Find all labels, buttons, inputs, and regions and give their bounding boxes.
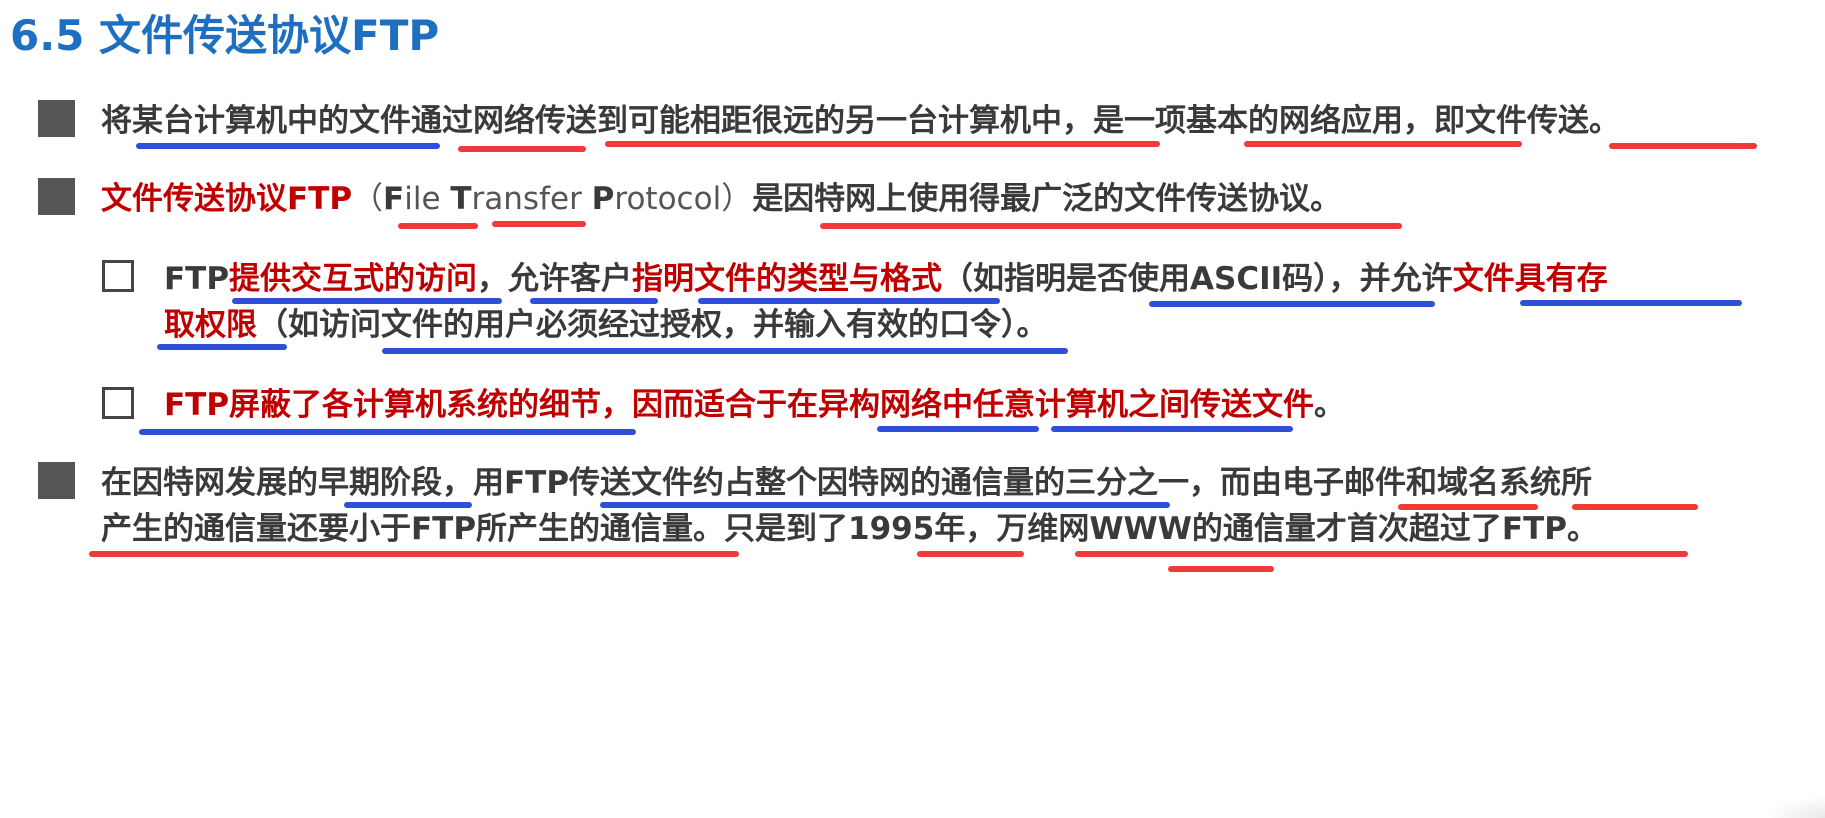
acronym-p: P xyxy=(591,181,615,217)
underline-mark xyxy=(1244,141,1522,147)
underline-mark xyxy=(877,426,1039,432)
word-ransfer: ransfer xyxy=(471,181,592,217)
word-rotocol: rotocol xyxy=(614,181,722,217)
sub-bullet-checkbox-icon xyxy=(102,260,134,292)
underline-mark xyxy=(139,429,636,435)
sub-bullet-1-text: FTP提供交互式的访问，允许客户指明文件的类型与格式（如指明是否使用ASCII码… xyxy=(164,256,1608,302)
underline-mark xyxy=(1051,426,1293,432)
s2-end: 。 xyxy=(1314,387,1346,423)
bullet-3-line1: 在因特网发展的早期阶段，用FTP传送文件约占整个因特网的通信量的三分之一，而由电… xyxy=(101,465,1593,501)
s2-red-text: FTP屏蔽了各计算机系统的细节，因而适合于在异构网络中任意计算机之间传送文件 xyxy=(164,387,1315,423)
bullet-square-icon xyxy=(38,178,75,215)
underline-mark xyxy=(917,551,1024,557)
s1-access-rights-1: 文件具有存 xyxy=(1452,261,1608,297)
underline-mark xyxy=(89,551,739,557)
sub-bullet-checkbox-icon xyxy=(102,387,134,419)
underline-mark xyxy=(530,298,658,304)
s1-ftp: FTP xyxy=(164,261,230,297)
underline-mark xyxy=(344,502,472,508)
sub-bullet-1-text-line2: 取权限（如访问文件的用户必须经过授权，并输入有效的口令）。 xyxy=(164,302,1048,348)
underline-mark xyxy=(605,141,1160,147)
bullet-3-line2: 产生的通信量还要小于FTP所产生的通信量。只是到了1995年，万维网WWW的通信… xyxy=(101,511,1598,547)
paren-open: （ xyxy=(352,181,384,217)
s1-file-type: 指明文件的类型与格式 xyxy=(632,261,943,297)
corner-decoration xyxy=(1765,796,1825,818)
bullet-square-icon xyxy=(38,100,75,137)
underline-mark xyxy=(820,223,1402,229)
underline-mark xyxy=(1168,566,1274,572)
underline-mark xyxy=(458,146,586,152)
bullet-1-sentence: 将某台计算机中的文件通过网络传送到可能相距很远的另一台计算机中，是一项基本的网络… xyxy=(101,103,1620,139)
bullet-2-rest: 是因特网上使用得最广泛的文件传送协议。 xyxy=(752,181,1342,217)
s1-ascii: （如指明是否使用ASCII码），并允许 xyxy=(942,261,1453,297)
underline-mark xyxy=(1398,504,1538,510)
bullet-1-text: 将某台计算机中的文件通过网络传送到可能相距很远的另一台计算机中，是一项基本的网络… xyxy=(101,98,1620,144)
underline-mark xyxy=(600,502,1170,508)
s1-allow-client: ，允许客户 xyxy=(477,261,633,297)
underline-mark xyxy=(398,223,478,229)
underline-mark xyxy=(1520,300,1742,306)
page-title: 6.5 文件传送协议FTP xyxy=(10,11,440,60)
s1-password: （如访问文件的用户必须经过授权，并输入有效的口令）。 xyxy=(257,307,1048,343)
bullet-square-icon xyxy=(38,462,75,499)
word-ile: ile xyxy=(404,181,451,217)
underline-mark xyxy=(1572,504,1698,510)
underline-mark xyxy=(1609,143,1757,149)
sub-bullet-2-text: FTP屏蔽了各计算机系统的细节，因而适合于在异构网络中任意计算机之间传送文件。 xyxy=(164,382,1345,428)
paren-close: ） xyxy=(721,181,753,217)
underline-mark xyxy=(698,298,1000,304)
underline-mark xyxy=(232,298,502,304)
underline-mark xyxy=(1075,551,1688,557)
s1-interactive: 提供交互式的访问 xyxy=(229,261,478,297)
acronym-f: F xyxy=(383,181,405,217)
ftp-term: 文件传送协议FTP xyxy=(101,181,353,217)
underline-mark xyxy=(157,344,287,350)
bullet-2-text: 文件传送协议FTP（File Transfer Protocol）是因特网上使用… xyxy=(101,176,1341,222)
underline-mark xyxy=(136,143,440,149)
s1-access-rights-2: 取权限 xyxy=(164,307,257,343)
underline-mark xyxy=(492,221,586,227)
acronym-t: T xyxy=(450,181,472,217)
underline-mark xyxy=(382,348,1068,354)
underline-mark xyxy=(1149,301,1435,307)
